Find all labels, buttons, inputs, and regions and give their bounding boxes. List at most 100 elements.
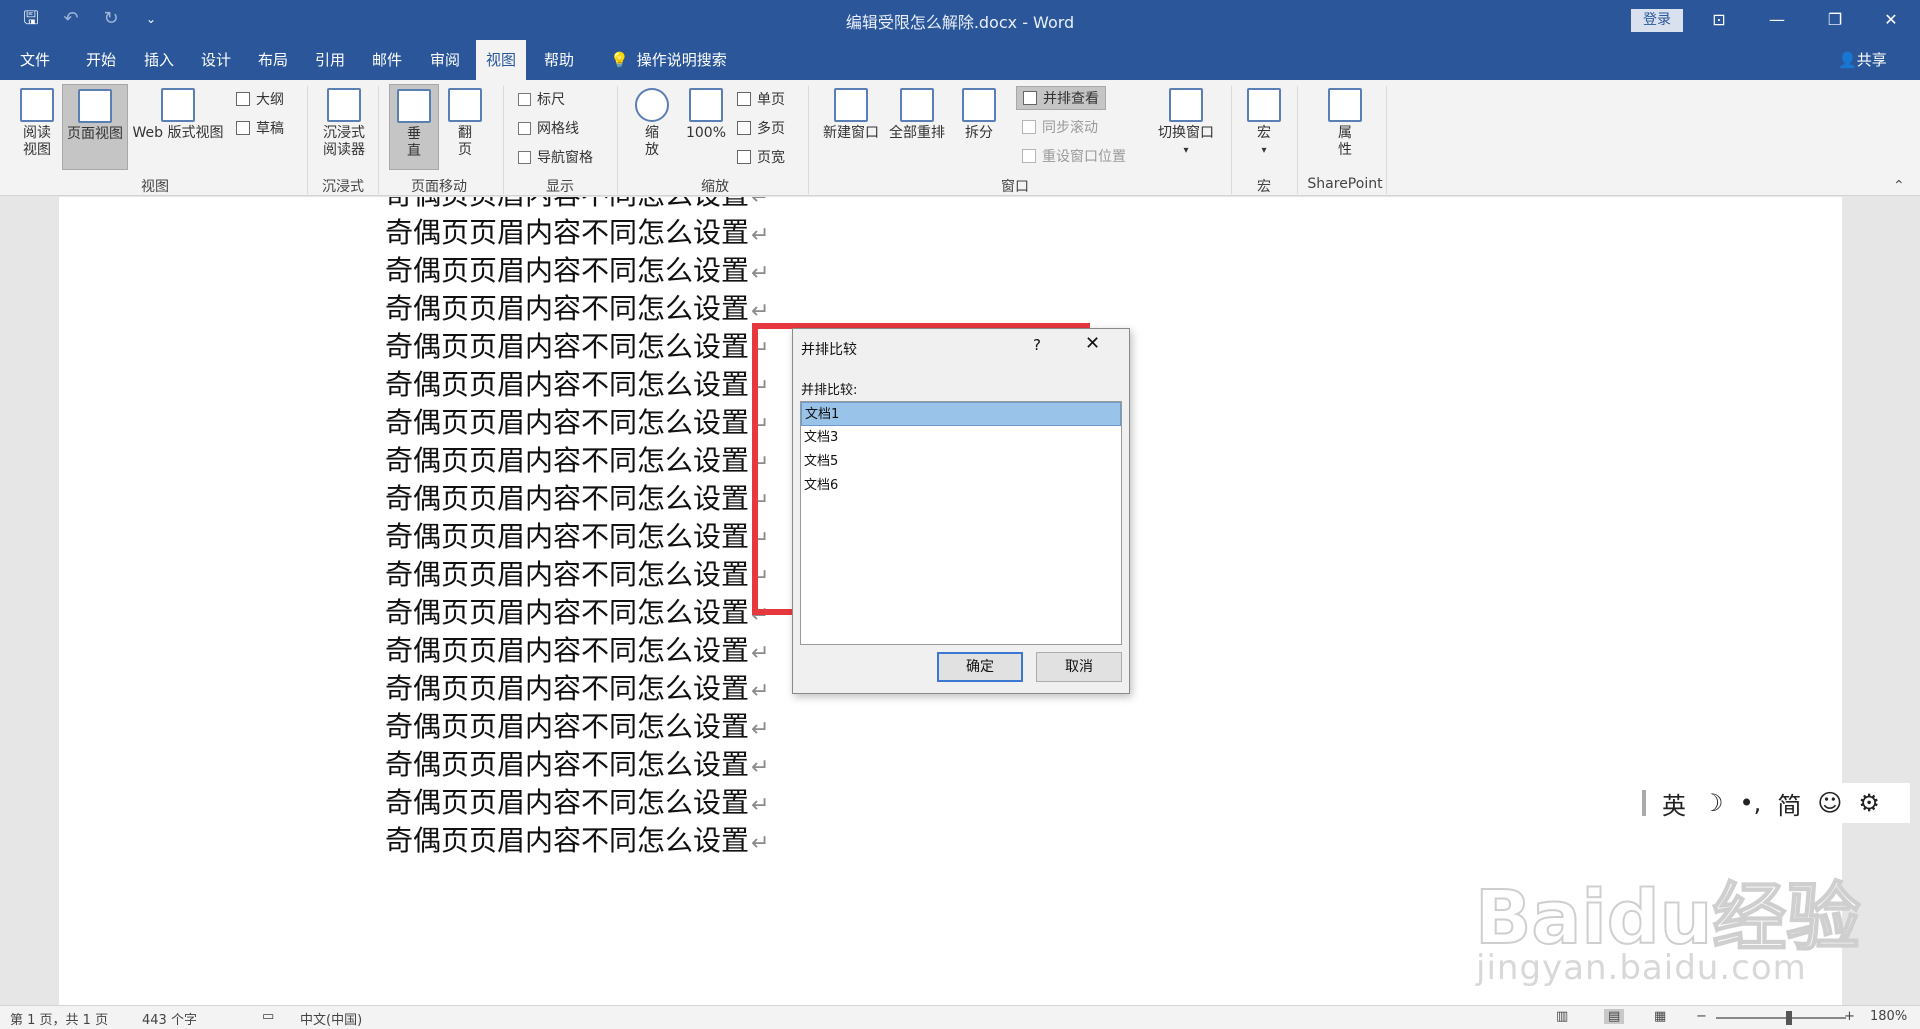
zoom-100-button[interactable]: 100% (682, 88, 730, 142)
document-paragraph[interactable]: 奇偶页页眉内容不同怎么设置↵ (385, 821, 769, 861)
tab-help[interactable]: 帮助 (534, 40, 584, 80)
zoom-slider[interactable] (1716, 1017, 1846, 1019)
list-item[interactable]: 文档5 (801, 450, 1121, 474)
simplified-toggle[interactable]: 简 (1777, 786, 1801, 821)
tab-home[interactable]: 开始 (76, 40, 126, 80)
paragraph-mark-icon: ↵ (751, 223, 770, 248)
ime-language-toggle[interactable]: 英 (1662, 786, 1686, 821)
document-paragraph[interactable]: 奇偶页页眉内容不同怎么设置↵ (385, 555, 769, 595)
list-item[interactable]: 文档1 (801, 402, 1121, 426)
properties-button[interactable]: 属 性 (1320, 88, 1370, 159)
gridlines-checkbox[interactable]: 网格线 (518, 117, 579, 139)
arrange-all-button[interactable]: 全部重排 (884, 88, 950, 142)
page-width-button[interactable]: 页宽 (737, 146, 785, 168)
side-by-side-label: 并排查看 (1043, 91, 1099, 107)
macros-button[interactable]: 宏 ▾ (1242, 88, 1286, 159)
tell-me-search[interactable]: 💡 操作说明搜索 (600, 40, 737, 80)
documents-listbox[interactable]: 文档1 文档3 文档5 文档6 (800, 401, 1122, 645)
draft-button[interactable]: 草稿 (236, 117, 284, 139)
read-mode-button[interactable]: 阅读 视图 (12, 88, 62, 159)
cancel-button[interactable]: 取消 (1036, 652, 1122, 682)
document-paragraph[interactable]: 奇偶页页眉内容不同怎么设置↵ (385, 365, 769, 405)
ok-button[interactable]: 确定 (937, 652, 1023, 682)
help-icon[interactable]: ? (1033, 336, 1041, 354)
switch-windows-button[interactable]: 切换窗口 ▾ (1154, 88, 1218, 159)
list-item[interactable]: 文档3 (801, 426, 1121, 450)
proofing-icon[interactable]: ▭ (262, 1009, 274, 1024)
document-paragraph[interactable]: 奇偶页页眉内容不同怎么设置↵ (385, 213, 769, 253)
document-paragraph[interactable]: 奇偶页页眉内容不同怎么设置↵ (385, 707, 769, 747)
web-layout-button[interactable]: Web 版式视图 (128, 88, 228, 142)
zoom-level[interactable]: 180% (1870, 1009, 1907, 1024)
nav-pane-checkbox[interactable]: 导航窗格 (518, 146, 593, 168)
document-paragraph[interactable]: 奇偶页页眉内容不同怎么设置↵ (385, 631, 769, 671)
tab-view[interactable]: 视图 (476, 40, 527, 80)
paragraph-mark-icon: ↵ (751, 793, 770, 818)
paragraph-text: 奇偶页页眉内容不同怎么设置 (385, 368, 750, 401)
zoom-100-label: 100% (685, 125, 727, 141)
print-layout-button[interactable]: 页面视图 (62, 84, 128, 170)
tab-mailings[interactable]: 邮件 (362, 40, 412, 80)
new-window-button[interactable]: 新建窗口 (818, 88, 884, 142)
one-page-button[interactable]: 单页 (737, 88, 785, 110)
vertical-button[interactable]: 垂 直 (389, 84, 439, 170)
collapse-ribbon-icon[interactable]: ⌃ (1893, 178, 1905, 194)
punctuation-icon[interactable]: •, (1740, 789, 1762, 817)
vertical-scroll-icon (397, 89, 431, 123)
paragraph-text: 奇偶页页眉内容不同怎么设置 (385, 596, 750, 629)
list-item[interactable]: 文档6 (801, 474, 1121, 498)
drag-handle[interactable] (1642, 790, 1646, 816)
zoom-in-button[interactable]: + (1844, 1009, 1855, 1024)
split-button[interactable]: 拆分 (954, 88, 1004, 142)
reset-window-position-button[interactable]: 重设窗口位置 (1022, 145, 1126, 167)
document-paragraph[interactable]: 奇偶页页眉内容不同怎么设置↵ (385, 517, 769, 557)
close-icon[interactable]: ✕ (1085, 333, 1100, 354)
document-paragraph[interactable]: 奇偶页页眉内容不同怎么设置↵ (385, 745, 769, 785)
tab-layout[interactable]: 布局 (248, 40, 298, 80)
multiple-pages-button[interactable]: 多页 (737, 117, 785, 139)
document-paragraph[interactable]: 奇偶页页眉内容不同怎么设置↵ (385, 327, 769, 367)
sync-scroll-button[interactable]: 同步滚动 (1022, 116, 1098, 138)
document-paragraph[interactable]: 奇偶页页眉内容不同怎么设置↵ (385, 593, 769, 633)
tab-design[interactable]: 设计 (191, 40, 241, 80)
side-to-side-button[interactable]: 翻 页 (443, 88, 487, 159)
zoom-button[interactable]: 缩 放 (628, 88, 676, 159)
minimize-button[interactable]: — (1748, 0, 1806, 40)
magnifier-icon (635, 88, 669, 122)
read-mode-icon[interactable]: ▥ (1556, 1009, 1568, 1024)
document-paragraph[interactable]: 奇偶页页眉内容不同怎么设置↵ (385, 669, 769, 709)
outline-button[interactable]: 大纲 (236, 88, 284, 110)
document-paragraph[interactable]: 奇偶页页眉内容不同怎么设置↵ (385, 783, 769, 823)
web-layout-icon[interactable]: ▦ (1654, 1009, 1666, 1024)
split-label: 拆分 (965, 125, 993, 141)
moon-icon[interactable]: ☽ (1702, 789, 1724, 817)
document-paragraph[interactable]: 奇偶页页眉内容不同怎么设置↵ (385, 479, 769, 519)
share-button[interactable]: 👤共享 (1838, 40, 1887, 80)
page-count[interactable]: 第 1 页，共 1 页 (10, 1009, 108, 1028)
tab-insert[interactable]: 插入 (134, 40, 184, 80)
new-window-label: 新建窗口 (823, 125, 879, 141)
word-count[interactable]: 443 个字 (142, 1009, 197, 1028)
emoji-icon[interactable]: ☺ (1817, 789, 1842, 817)
document-paragraph[interactable]: 奇偶页页眉内容不同怎么设置↵ (385, 441, 769, 481)
tab-file[interactable]: 文件 (10, 40, 60, 80)
zoom-slider-thumb[interactable] (1786, 1011, 1792, 1025)
restore-button[interactable]: ❐ (1806, 0, 1864, 40)
ruler-checkbox[interactable]: 标尺 (518, 88, 565, 110)
document-paragraph[interactable]: 奇偶页页眉内容不同怎么设置↵ (385, 403, 769, 443)
tab-review[interactable]: 审阅 (420, 40, 470, 80)
login-button[interactable]: 登录 (1631, 9, 1683, 32)
print-layout-icon[interactable]: ▤ (1604, 1009, 1625, 1024)
zoom-out-button[interactable]: − (1696, 1009, 1707, 1024)
document-paragraph[interactable]: 奇偶页页眉内容不同怎么设置↵ (385, 251, 769, 291)
switch-windows-label: 切换窗口 (1158, 125, 1214, 141)
ribbon-display-options-icon[interactable]: ⊡ (1690, 0, 1748, 40)
gear-icon[interactable]: ⚙ (1858, 789, 1880, 817)
language-status[interactable]: 中文(中国) (300, 1009, 362, 1028)
document-paragraph[interactable]: 奇偶页页眉内容不同怎么设置↵ (385, 289, 769, 329)
view-side-by-side-button[interactable]: 并排查看 (1016, 86, 1106, 110)
close-button[interactable]: ✕ (1862, 0, 1920, 40)
immersive-reader-button[interactable]: 沉浸式 阅读器 (316, 88, 372, 159)
tab-references[interactable]: 引用 (305, 40, 355, 80)
vertical-scrollbar[interactable] (1902, 197, 1920, 1005)
